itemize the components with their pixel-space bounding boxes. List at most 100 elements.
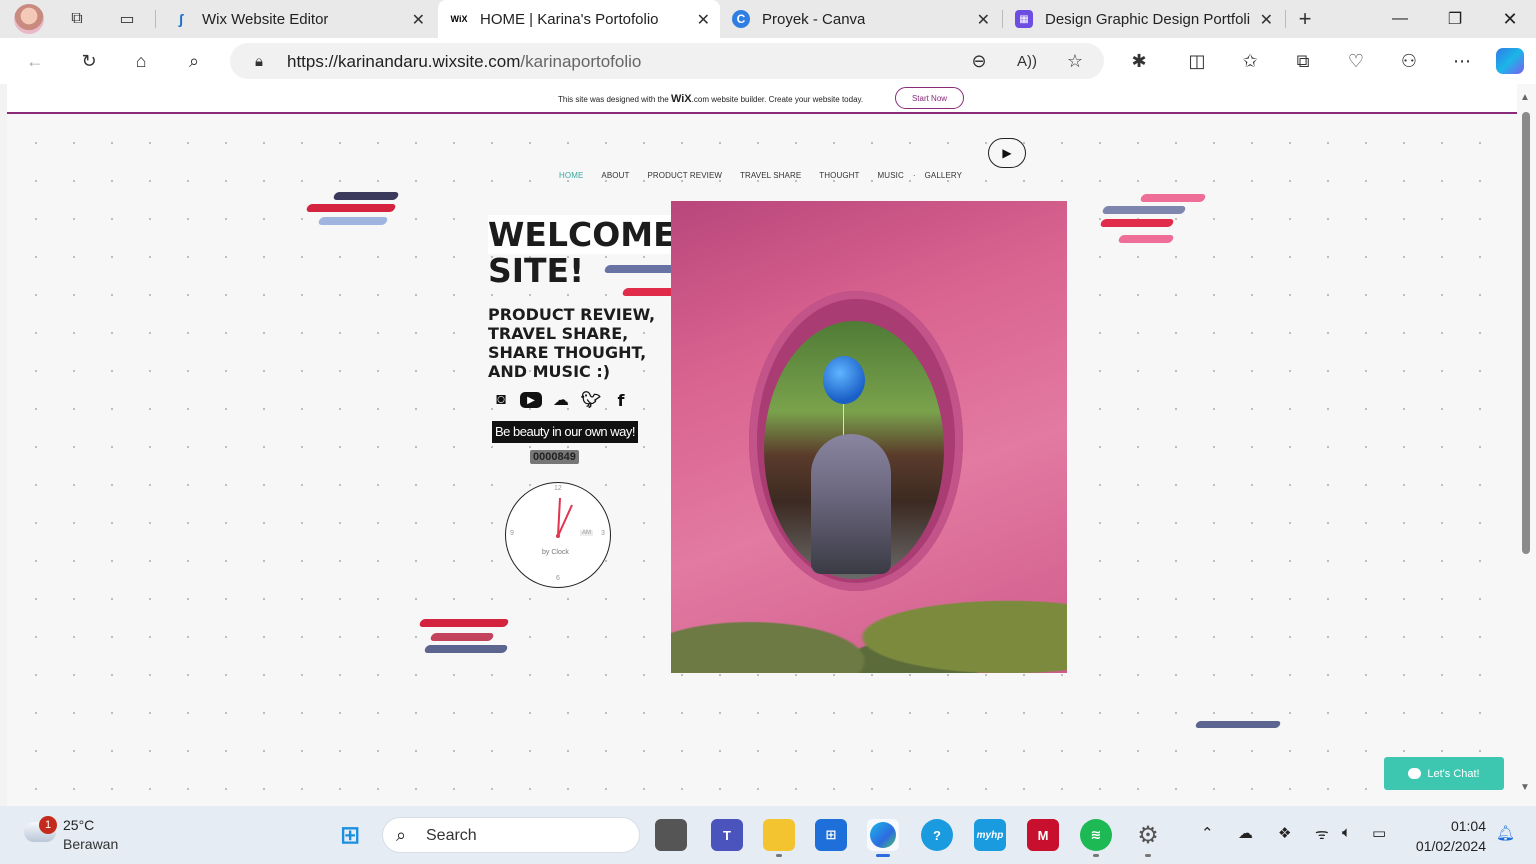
mcafee-icon[interactable]: M	[1027, 819, 1059, 851]
scroll-down-arrow[interactable]: ▼	[1520, 782, 1530, 793]
wix-favicon: WiX	[450, 10, 468, 28]
search-icon[interactable]: ⌕	[181, 48, 207, 74]
lets-chat-button[interactable]: Let's Chat!	[1384, 757, 1504, 790]
favorite-star-icon[interactable]: ☆	[1062, 48, 1088, 74]
nav-thought[interactable]: THOUGHT	[819, 171, 859, 180]
performance-icon[interactable]: ⚇	[1396, 48, 1422, 74]
more-menu-icon[interactable]: ⋯	[1449, 48, 1475, 74]
close-tab-icon[interactable]: ✕	[1260, 10, 1273, 30]
split-screen-icon[interactable]: ◫	[1184, 48, 1210, 74]
instagram-icon[interactable]: ◙	[490, 389, 512, 411]
brush-stroke	[332, 192, 400, 200]
lock-icon[interactable]: 🔒︎	[246, 48, 272, 74]
weather-condition: Berawan	[63, 836, 119, 852]
nav-separator-dot: ·	[912, 171, 916, 180]
edge-icon[interactable]	[867, 819, 899, 851]
workspaces-icon[interactable]: ⧉	[64, 6, 90, 32]
new-tab-icon[interactable]: +	[1292, 6, 1318, 32]
motto-text: Be beauty in our own way!	[492, 421, 638, 443]
windows-taskbar: 1 25°C Berawan ⊞ ⌕ Search T ⊞ ? myhp M ≋…	[0, 806, 1536, 864]
tab-design-portfolio[interactable]: ▦ Design Graphic Design Portfolio ✕	[1003, 0, 1283, 38]
wifi-icon[interactable]: ᯤ	[1315, 824, 1329, 844]
brush-stroke	[1101, 206, 1187, 214]
nav-music[interactable]: MUSIC	[878, 171, 904, 180]
nav-home[interactable]: HOME	[559, 171, 583, 180]
close-tab-icon[interactable]: ✕	[412, 10, 425, 30]
refresh-icon[interactable]: ↻	[76, 48, 102, 74]
browser-toolbar: ← ↻ ⌂ ⌕ 🔒︎ https://karinandaru.wixsite.c…	[0, 38, 1536, 84]
page-viewport: This site was designed with the WiX.com …	[7, 84, 1517, 806]
facebook-icon[interactable]: f	[610, 389, 632, 411]
chat-icon	[1408, 768, 1422, 779]
tab-karina-portfolio[interactable]: WiX HOME | Karina's Portofolio ✕	[438, 0, 720, 38]
page-subtitle: PRODUCT REVIEW, TRAVEL SHARE, SHARE THOU…	[488, 305, 656, 381]
tab-wix-editor[interactable]: ʃ Wix Website Editor ✕	[160, 0, 435, 38]
volume-icon[interactable]: 🔈︎	[1342, 824, 1351, 841]
calendar-favicon: ▦	[1015, 10, 1033, 28]
scroll-up-arrow[interactable]: ▲	[1520, 92, 1530, 103]
vertical-tabs-icon[interactable]: ▭	[114, 6, 140, 32]
close-tab-icon[interactable]: ✕	[977, 10, 990, 30]
start-button[interactable]: ⊞	[334, 819, 366, 851]
show-hidden-icons[interactable]: ⌃	[1201, 824, 1214, 842]
browser-essentials-icon[interactable]: ♡	[1343, 48, 1369, 74]
tab-canva[interactable]: C Proyek - Canva ✕	[720, 0, 1000, 38]
nav-about[interactable]: ABOUT	[601, 171, 629, 180]
nav-travel-share[interactable]: TRAVEL SHARE	[740, 171, 801, 180]
task-view-icon[interactable]	[655, 819, 687, 851]
back-icon[interactable]: ←	[22, 48, 48, 74]
music-play-button[interactable]: ▶	[988, 138, 1026, 168]
brush-stroke	[1117, 235, 1175, 243]
site-nav: HOME ABOUT PRODUCT REVIEW TRAVEL SHARE T…	[559, 171, 980, 180]
brush-stroke	[423, 645, 509, 653]
address-bar[interactable]: 🔒︎ https://karinandaru.wixsite.com/karin…	[230, 43, 1104, 79]
close-tab-icon[interactable]: ✕	[697, 10, 710, 30]
myhp-icon[interactable]: myhp	[974, 819, 1006, 851]
notifications-bell-icon[interactable]: 🔔︎	[1496, 824, 1515, 842]
brush-stroke	[1194, 721, 1282, 728]
dropbox-icon[interactable]: ❖	[1278, 824, 1291, 842]
visitor-counter: 0000849	[530, 450, 579, 464]
brush-stroke	[305, 204, 397, 212]
copilot-icon[interactable]	[1496, 48, 1524, 74]
favorites-icon[interactable]: ✩	[1237, 48, 1263, 74]
canva-favicon: C	[732, 10, 750, 28]
clock-datetime[interactable]: 01:04 01/02/2024	[1410, 816, 1486, 856]
read-aloud-icon[interactable]: A))	[1014, 48, 1040, 74]
home-icon[interactable]: ⌂	[128, 48, 154, 74]
zoom-icon[interactable]: ⊖	[966, 48, 992, 74]
hero-photo	[671, 201, 1067, 673]
close-window-icon[interactable]: ✕	[1490, 6, 1530, 32]
twitter-icon[interactable]: 🐦︎	[580, 389, 602, 411]
battery-icon[interactable]: ▭	[1372, 824, 1386, 842]
url-text[interactable]: https://karinandaru.wixsite.com/karinapo…	[287, 52, 641, 72]
notification-badge: 1	[39, 816, 57, 834]
help-icon[interactable]: ?	[921, 819, 953, 851]
brush-stroke	[429, 633, 495, 641]
scrollbar-thumb[interactable]	[1522, 112, 1530, 554]
minimize-icon[interactable]: —	[1380, 6, 1420, 32]
brush-stroke	[418, 619, 510, 627]
microsoft-store-icon[interactable]: ⊞	[815, 819, 847, 851]
brush-stroke	[317, 217, 389, 225]
settings-icon[interactable]: ⚙	[1132, 819, 1164, 851]
restore-icon[interactable]: ❐	[1435, 6, 1475, 32]
social-links: ◙ ▶ ☁ 🐦︎ f	[490, 389, 632, 411]
wix-promo-banner: This site was designed with the WiX.com …	[7, 84, 1517, 114]
extensions-icon[interactable]: ✱	[1126, 48, 1152, 74]
teams-icon[interactable]: T	[711, 819, 743, 851]
nav-product-review[interactable]: PRODUCT REVIEW	[647, 171, 722, 180]
taskbar-search[interactable]: ⌕ Search	[382, 817, 640, 853]
page-scrollbar[interactable]: ▲ ▼	[1517, 84, 1536, 806]
youtube-icon[interactable]: ▶	[520, 392, 542, 408]
collections-icon[interactable]: ⧉	[1290, 48, 1316, 74]
start-now-button[interactable]: Start Now	[895, 87, 964, 109]
onedrive-icon[interactable]: ☁	[1238, 824, 1253, 842]
spotify-icon[interactable]: ≋	[1080, 819, 1112, 851]
soundcloud-icon[interactable]: ☁	[550, 389, 572, 411]
profile-avatar[interactable]	[14, 4, 44, 34]
balloon	[823, 356, 865, 404]
file-explorer-icon[interactable]	[763, 819, 795, 851]
wix-banner-message: This site was designed with the WiX.com …	[558, 93, 864, 105]
nav-gallery[interactable]: GALLERY	[925, 171, 962, 180]
